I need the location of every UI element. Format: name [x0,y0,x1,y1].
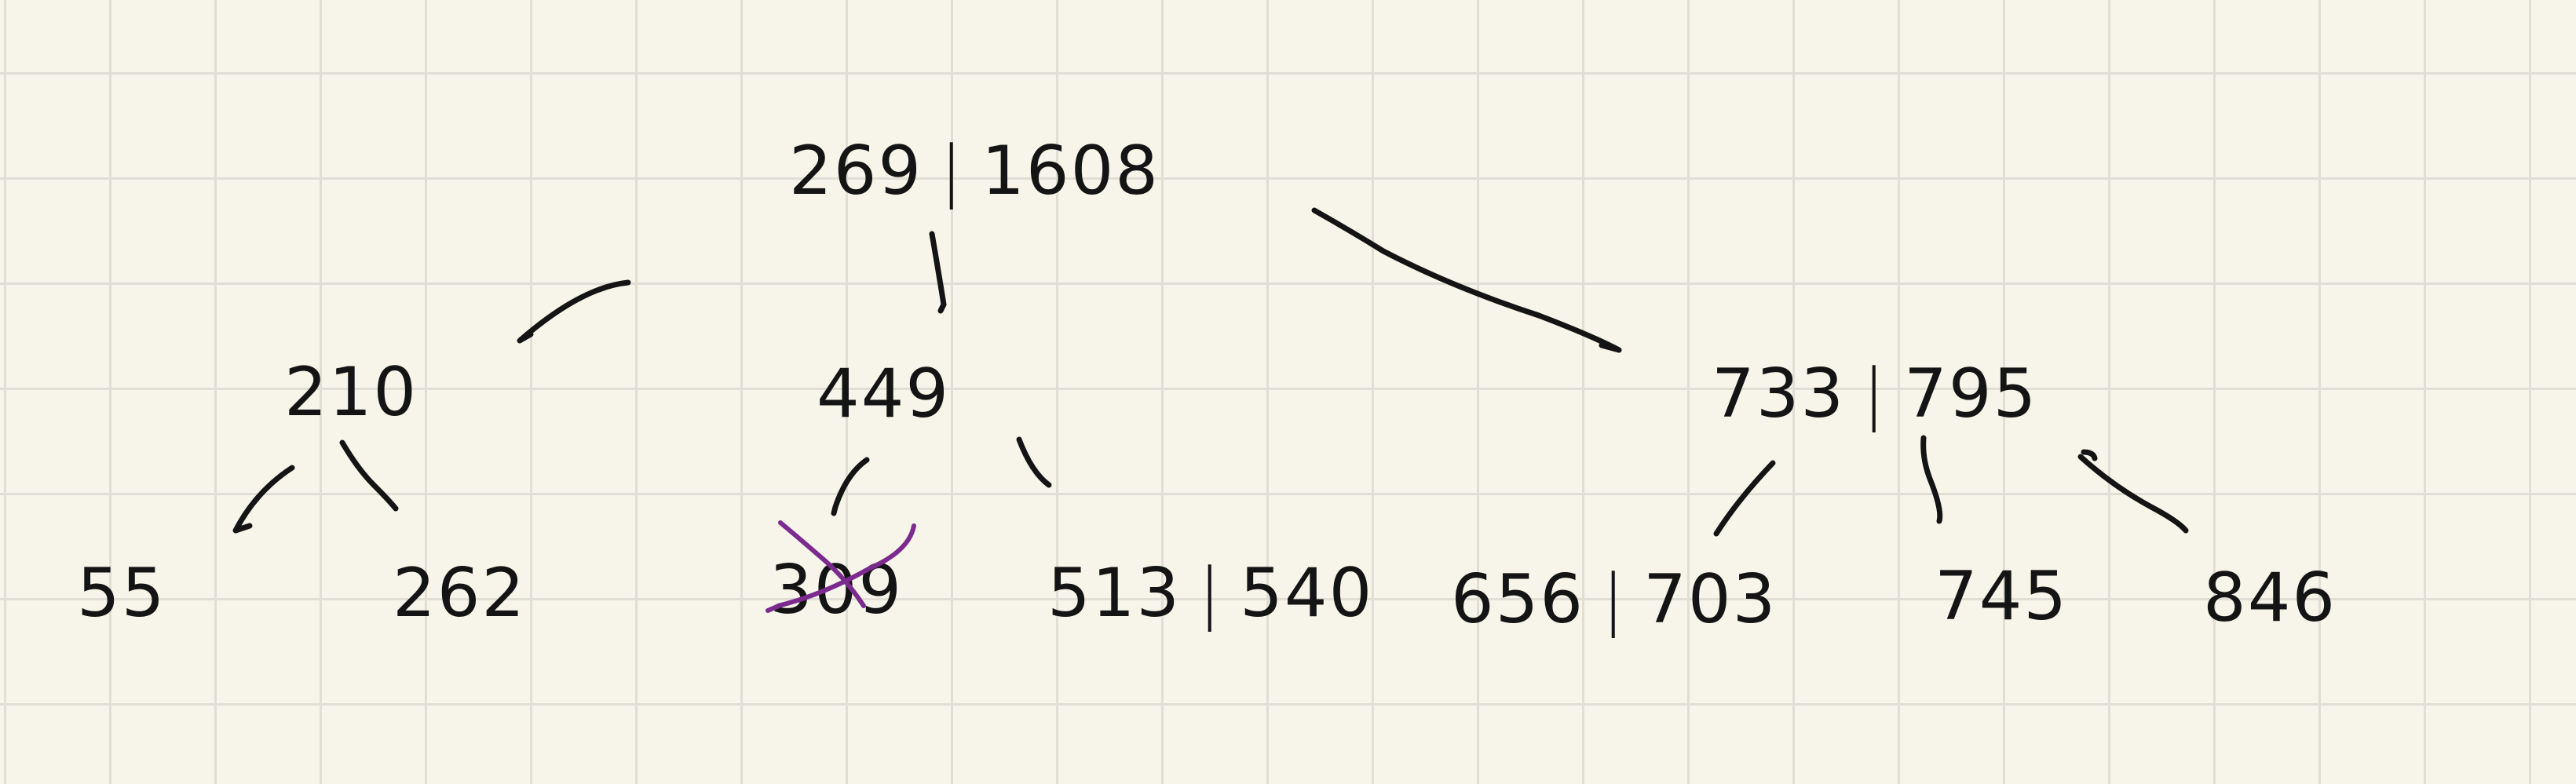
struck-out-key: 309 [765,520,916,629]
node-key: 262 [393,554,527,633]
edge-733-795-to-656-703 [1713,460,1776,537]
edge-449-to-309 [831,457,870,516]
leaf-513-540: 513 | 540 [1047,554,1373,633]
node-key: 540 [1240,554,1374,633]
node-449: 449 [817,355,950,433]
edge-733-795-to-846 [2077,449,2189,534]
leaf-846: 846 [2203,559,2337,637]
leaf-309-struck: 309 [765,520,916,629]
key-separator: | [1602,560,1627,639]
leaf-656-703: 656 | 703 [1451,560,1777,639]
leaf-745: 745 [1935,557,2068,636]
node-key: 745 [1935,557,2069,636]
node-key: 846 [2203,559,2337,637]
node-key: 513 [1047,554,1182,633]
edge-449-to-513-540 [1016,436,1052,488]
node-key: 1608 [981,132,1160,210]
root-node: 269 | 1608 [789,132,1160,210]
node-key: 449 [817,355,951,433]
node-key: 656 [1451,560,1585,639]
node-key: 733 [1712,355,1846,433]
leaf-262: 262 [393,554,526,633]
key-separator: | [1862,355,1887,433]
key-separator: | [940,132,965,210]
edge-210-to-55 [232,465,295,534]
node-733-795: 733 | 795 [1712,355,2037,433]
edge-root-to-449 [929,231,947,314]
edge-733-795-to-745 [1920,435,1943,524]
edge-root-to-210 [517,279,631,344]
node-key: 269 [789,132,923,210]
leaf-55: 55 [77,554,166,633]
edge-root-to-733-795 [1311,207,1622,353]
node-210: 210 [284,353,418,432]
grid-paper-canvas: 269 | 1608 210 449 733 | 795 55 262 309 513 |… [0,0,2576,784]
node-key: 795 [1904,355,2038,433]
node-key: 210 [284,353,418,432]
node-key: 703 [1643,560,1778,639]
node-key: 55 [77,554,166,633]
key-separator: | [1198,554,1223,633]
edge-210-to-262 [339,439,399,512]
strike-out-mark [765,520,916,613]
